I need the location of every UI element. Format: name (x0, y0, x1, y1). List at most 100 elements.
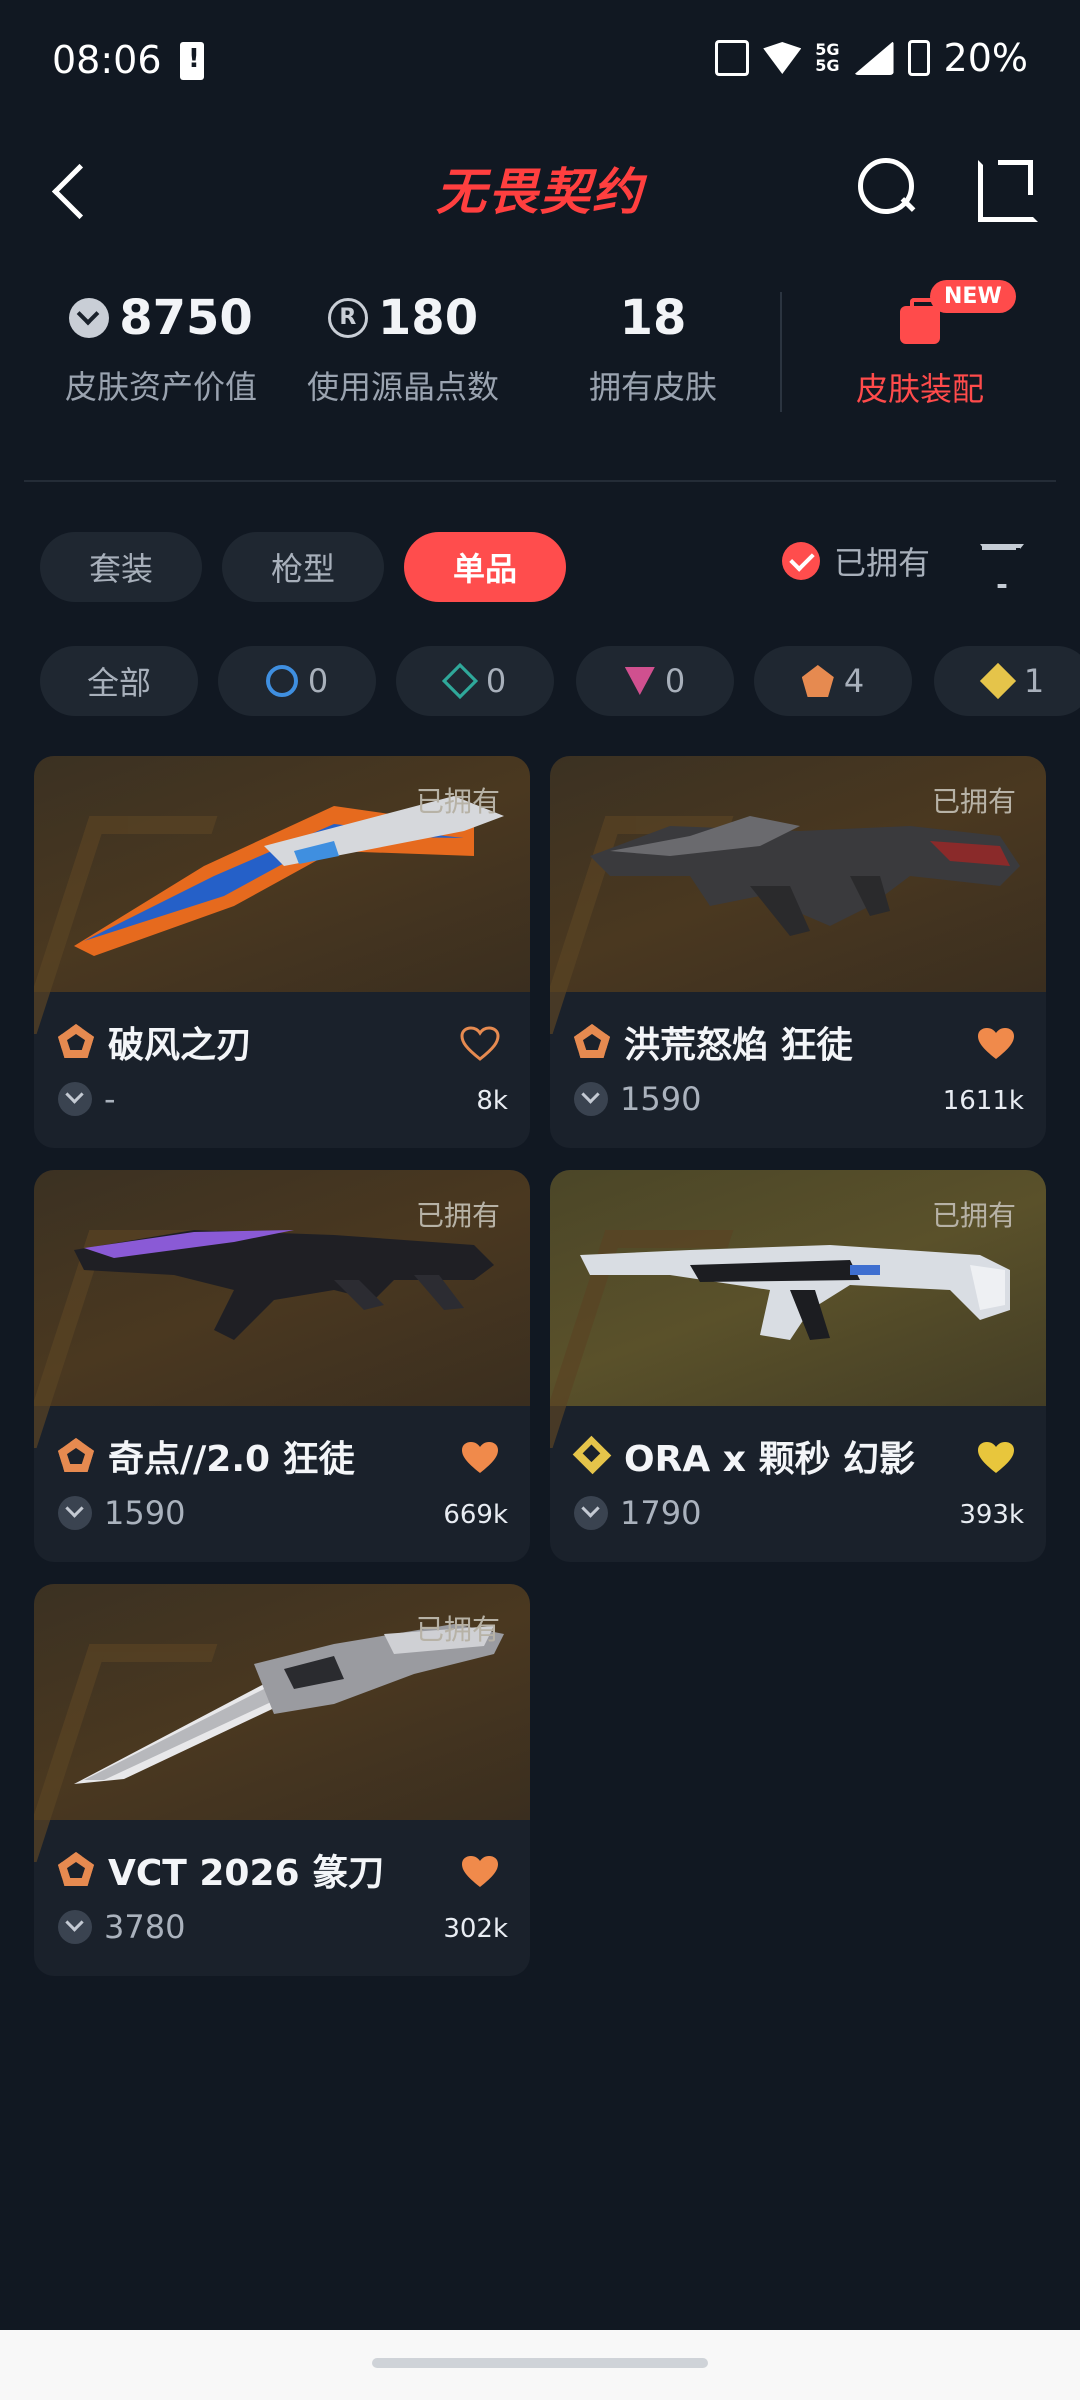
home-indicator[interactable] (372, 2358, 708, 2368)
skin-name: 洪荒怒焰 狂徒 (624, 1025, 853, 1066)
card-body: 洪荒怒焰 狂徒 1590 1611k (550, 992, 1046, 1148)
skin-price: - (104, 1080, 116, 1118)
vp-coin-icon (58, 1082, 92, 1116)
skin-name: ORA x 颗秒 幻影 (624, 1439, 916, 1480)
skin-card[interactable]: 已拥有 奇点//2.0 狂徒 1590 669k (34, 1170, 530, 1562)
status-bar: 08:06 5G5G 20% (0, 0, 1080, 130)
chip-deluxe-tier[interactable]: 0 (396, 646, 554, 716)
check-icon (782, 542, 820, 580)
skin-image: 已拥有 (550, 1170, 1046, 1406)
skin-name: VCT 2026 篆刀 (108, 1853, 385, 1894)
app-header: 无畏契约 (0, 130, 1080, 250)
signal-icon (853, 41, 894, 75)
owned-tag: 已拥有 (415, 1199, 500, 1232)
tab-bundles[interactable]: 套装 (40, 532, 202, 602)
skin-price: 1590 (620, 1080, 702, 1118)
skin-card[interactable]: 已拥有 破风之刃 - 8k (34, 756, 530, 1148)
search-icon[interactable] (852, 152, 922, 222)
skin-loadout-label: 皮肤装配 (855, 370, 984, 408)
select-tier-icon (265, 665, 298, 697)
vp-coin-icon (58, 1910, 92, 1944)
filter-icon[interactable] (980, 544, 1020, 584)
chip-select-tier[interactable]: 0 (218, 646, 376, 716)
rarity-filter-chips: 全部 0 0 0 4 1 (40, 646, 1080, 716)
heart-filled-icon[interactable] (460, 1854, 500, 1890)
skin-card[interactable]: 已拥有 VCT 2026 篆刀 3780 302k (34, 1584, 530, 1976)
skin-image: 已拥有 (34, 1170, 530, 1406)
exclusive-tier-icon (801, 665, 834, 697)
battery-alert-icon (180, 42, 204, 80)
skin-price: 1590 (104, 1494, 186, 1532)
divider (780, 292, 782, 412)
share-icon[interactable] (972, 150, 1042, 222)
nfc-icon (715, 40, 750, 76)
radianite-icon: R (327, 298, 368, 338)
deluxe-tier-icon (441, 662, 478, 700)
premium-tier-icon (624, 667, 655, 695)
status-icons: 5G 5G 20% (715, 36, 1028, 80)
skin-name: 奇点//2.0 狂徒 (108, 1439, 355, 1480)
skin-price: 1790 (620, 1494, 702, 1532)
skin-price: 3780 (104, 1908, 186, 1946)
owned-filter-label: 已拥有 (834, 544, 931, 582)
divider (24, 480, 1056, 482)
stat-asset-value: 8750 皮肤资产价值 (64, 290, 257, 406)
battery-icon (907, 40, 930, 76)
chip-premium-tier[interactable]: 0 (576, 646, 734, 716)
card-body: 破风之刃 - 8k (34, 992, 530, 1148)
vp-coin-icon (574, 1496, 608, 1530)
price-row: - (58, 1080, 116, 1118)
owned-tag: 已拥有 (931, 785, 1016, 818)
exclusive-tier-icon (58, 1852, 94, 1886)
skin-image: 已拥有 (34, 756, 530, 992)
like-count: 8k (476, 1086, 508, 1116)
skin-card[interactable]: 已拥有 洪荒怒焰 狂徒 1590 1611k (550, 756, 1046, 1148)
like-count: 1611k (942, 1086, 1024, 1116)
stat-radianite: R 180 使用源晶点数 (306, 290, 499, 406)
like-count: 669k (443, 1500, 508, 1530)
owned-tag: 已拥有 (415, 785, 500, 818)
skin-image: 已拥有 (34, 1584, 530, 1820)
category-tabs: 套装 枪型 单品 (40, 532, 566, 602)
owned-filter-toggle[interactable]: 已拥有 (782, 538, 930, 584)
price-row: 1590 (574, 1080, 701, 1118)
skin-card[interactable]: 已拥有 ORA x 颗秒 幻影 1790 393k (550, 1170, 1046, 1562)
price-row: 1790 (574, 1494, 701, 1532)
new-badge: NEW (930, 280, 1016, 313)
ultra-tier-icon (979, 662, 1016, 700)
vp-coin-icon (574, 1082, 608, 1116)
briefcase-icon (900, 298, 940, 344)
tab-weapon-type[interactable]: 枪型 (222, 532, 384, 602)
heart-filled-icon[interactable] (460, 1440, 500, 1476)
status-time: 08:06 (52, 38, 162, 82)
stat-owned-skins: 18 拥有皮肤 (588, 290, 717, 406)
heart-filled-icon[interactable] (976, 1440, 1016, 1476)
card-body: 奇点//2.0 狂徒 1590 669k (34, 1406, 530, 1562)
skin-image: 已拥有 (550, 756, 1046, 992)
ultra-tier-icon (572, 1435, 612, 1475)
skin-name: 破风之刃 (108, 1025, 253, 1066)
chip-all[interactable]: 全部 (40, 646, 198, 716)
heart-filled-icon[interactable] (976, 1026, 1016, 1062)
like-count: 302k (443, 1914, 508, 1944)
chip-ultra-tier[interactable]: 1 (934, 646, 1080, 716)
exclusive-tier-icon (58, 1024, 94, 1058)
exclusive-tier-icon (574, 1024, 610, 1058)
wifi-icon (763, 42, 802, 74)
owned-tag: 已拥有 (415, 1613, 500, 1646)
card-body: VCT 2026 篆刀 3780 302k (34, 1820, 530, 1976)
vp-coin-icon (69, 298, 110, 338)
battery-percent: 20% (943, 36, 1028, 80)
network-label: 5G 5G (815, 40, 840, 75)
price-row: 3780 (58, 1908, 185, 1946)
chip-exclusive-tier[interactable]: 4 (754, 646, 912, 716)
card-body: ORA x 颗秒 幻影 1790 393k (550, 1406, 1046, 1562)
skin-loadout-button[interactable]: NEW 皮肤装配 (800, 280, 1040, 410)
like-count: 393k (959, 1500, 1024, 1530)
price-row: 1590 (58, 1494, 185, 1532)
vp-coin-icon (58, 1496, 92, 1530)
tab-single-items[interactable]: 单品 (404, 532, 566, 602)
heart-outline-icon[interactable] (460, 1026, 500, 1062)
owned-tag: 已拥有 (931, 1199, 1016, 1232)
stats-panel: 8750 皮肤资产价值 R 180 使用源晶点数 18 拥有皮肤 NEW 皮肤装… (0, 270, 1080, 440)
